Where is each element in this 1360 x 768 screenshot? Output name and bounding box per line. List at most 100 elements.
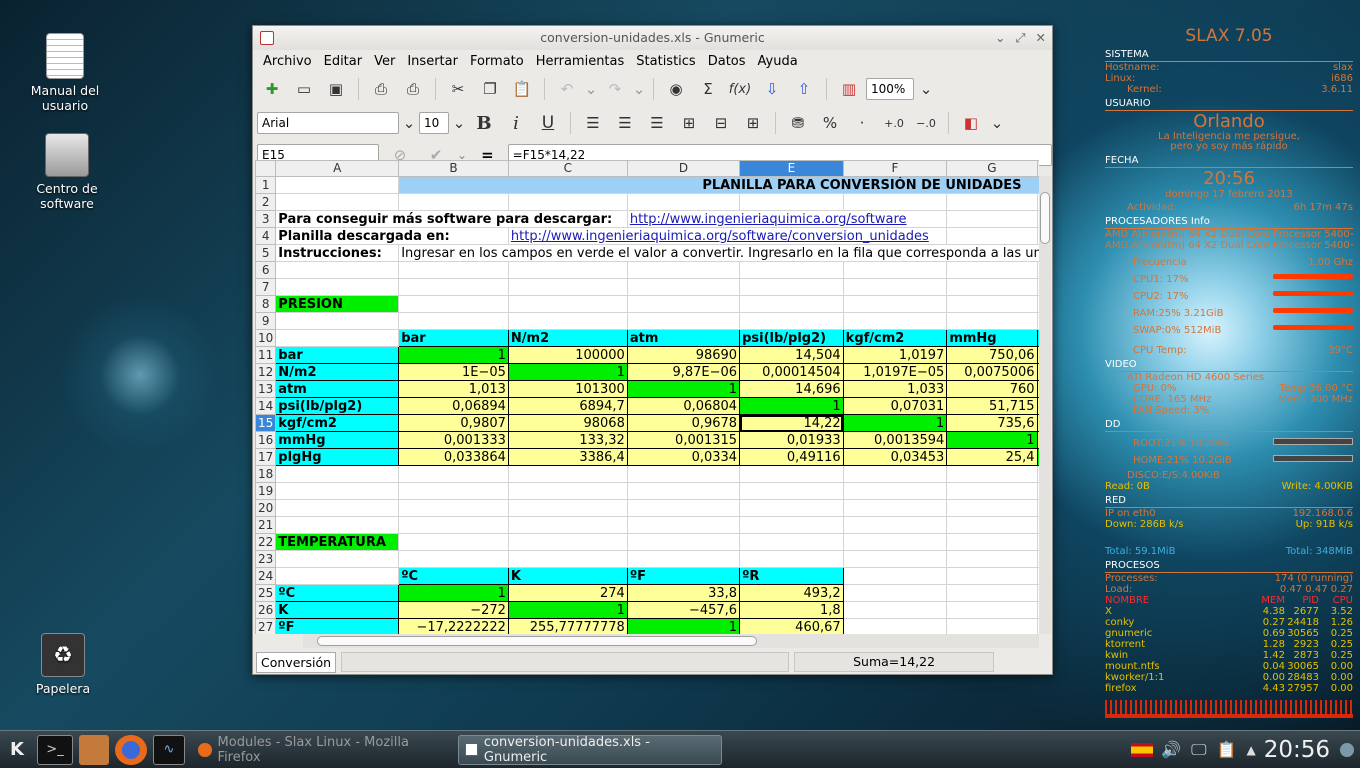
increase-decimals-icon[interactable]: +.0 [879, 109, 909, 137]
cell[interactable] [946, 482, 1038, 500]
row-header[interactable]: 25 [255, 584, 277, 602]
cell[interactable] [739, 499, 844, 517]
cell[interactable]: 100000 [507, 346, 628, 364]
system-monitor-icon[interactable]: ∿ [153, 734, 185, 765]
cell[interactable] [842, 312, 948, 330]
cell[interactable]: bar [275, 346, 400, 364]
cell[interactable] [739, 482, 844, 500]
cell[interactable] [507, 261, 628, 279]
cell[interactable] [739, 312, 844, 330]
cell[interactable]: 0,01933 [739, 431, 844, 449]
cell[interactable] [507, 465, 628, 483]
cell[interactable] [275, 329, 400, 347]
cell[interactable]: atm [275, 380, 400, 398]
cell[interactable]: 1 [842, 414, 948, 432]
cell[interactable]: http://www.ingenieriaquimica.org/softwar… [626, 210, 948, 228]
cell[interactable] [946, 567, 1038, 585]
cell[interactable] [946, 278, 1038, 296]
cell[interactable]: N/m2 [275, 363, 400, 381]
flag-es-icon[interactable] [1131, 742, 1154, 757]
row-header[interactable]: 16 [255, 431, 277, 449]
cell[interactable] [842, 465, 948, 483]
cell[interactable] [626, 312, 741, 330]
cell[interactable]: 1 [626, 380, 741, 398]
cell[interactable]: 14,504 [739, 346, 844, 364]
cell[interactable]: kgf/cm2 [275, 414, 400, 432]
cell[interactable] [507, 295, 628, 313]
column-header[interactable]: D [626, 160, 741, 177]
cell[interactable] [275, 193, 400, 211]
cell[interactable]: ºF [275, 618, 400, 634]
column-header[interactable]: C [507, 160, 628, 177]
cell[interactable]: psi(lb/plg2) [275, 397, 400, 415]
save-icon[interactable]: ▣ [321, 75, 351, 103]
vertical-scrollbar[interactable] [1039, 176, 1051, 634]
cell[interactable]: mmHg [275, 431, 400, 449]
cell[interactable] [842, 550, 948, 568]
cell[interactable]: 0,0075006 [946, 363, 1038, 381]
percent-icon[interactable]: % [815, 109, 845, 137]
cell[interactable] [842, 516, 948, 534]
cell[interactable] [626, 499, 741, 517]
new-file-icon[interactable]: ✚ [257, 75, 287, 103]
desktop-icon-manual[interactable]: Manual del usuario [10, 33, 120, 113]
cell[interactable] [842, 482, 948, 500]
row-header[interactable]: 15 [255, 414, 277, 432]
cell[interactable]: 98690 [626, 346, 741, 364]
cell[interactable] [842, 601, 948, 619]
bold-icon[interactable]: B [469, 109, 499, 137]
cell[interactable]: 1 [507, 601, 628, 619]
tray-expand-icon[interactable]: ▲ [1246, 743, 1255, 757]
cell[interactable]: psi(lb/plg2) [739, 329, 844, 347]
cell[interactable]: 1 [398, 584, 509, 602]
cell[interactable] [398, 278, 509, 296]
cell[interactable] [507, 193, 628, 211]
cell[interactable]: kgf/cm2 [842, 329, 948, 347]
cell[interactable]: 14,696 [739, 380, 844, 398]
column-header[interactable]: A [275, 160, 400, 177]
cell[interactable]: 750,06 [946, 346, 1038, 364]
column-header[interactable]: F [842, 160, 948, 177]
cell[interactable] [946, 533, 1038, 551]
kde-menu-icon[interactable]: K [0, 735, 34, 765]
merge-horizontal-icon[interactable]: ⊟ [706, 109, 736, 137]
cell[interactable]: 0,07031 [842, 397, 948, 415]
cell[interactable]: 0,00014504 [739, 363, 844, 381]
cell[interactable]: 1 [507, 363, 628, 381]
cell[interactable] [626, 533, 741, 551]
cell[interactable] [398, 261, 509, 279]
cell[interactable]: 101300 [507, 380, 628, 398]
underline-icon[interactable]: U [533, 109, 563, 137]
cell[interactable]: 1,013 [398, 380, 509, 398]
cell[interactable] [842, 567, 948, 585]
row-header[interactable]: 6 [255, 261, 277, 279]
column-header[interactable]: G [946, 160, 1038, 177]
cell[interactable]: 1 [739, 397, 844, 415]
sum-icon[interactable]: Σ [693, 75, 723, 103]
decrease-decimals-icon[interactable]: −.0 [911, 109, 941, 137]
row-header[interactable]: 20 [255, 499, 277, 517]
sort-descending-icon[interactable]: ⇧ [789, 75, 819, 103]
desktop-icon-trash[interactable]: ♻ Papelera [8, 633, 118, 696]
row-header[interactable]: 19 [255, 482, 277, 500]
redo-dropdown-icon[interactable]: ⌄ [632, 75, 646, 103]
horizontal-scrollbar[interactable] [303, 634, 1039, 648]
cell[interactable] [507, 550, 628, 568]
cell[interactable]: 1,8 [739, 601, 844, 619]
cell[interactable]: 493,2 [739, 584, 844, 602]
menu-ver[interactable]: Ver [368, 54, 401, 69]
row-header[interactable]: 11 [255, 346, 277, 364]
cell[interactable] [946, 295, 1038, 313]
cell[interactable] [275, 176, 400, 194]
row-header[interactable]: 18 [255, 465, 277, 483]
menu-formato[interactable]: Formato [464, 54, 530, 69]
task-firefox[interactable]: Modules - Slax Linux - Mozilla Firefox [192, 735, 454, 765]
row-header[interactable]: 10 [255, 329, 277, 347]
copy-icon[interactable]: ❐ [475, 75, 505, 103]
cell[interactable] [626, 278, 741, 296]
cell[interactable] [626, 193, 741, 211]
cell[interactable]: 1 [398, 346, 509, 364]
desktop-icon-software-center[interactable]: Centro de software [12, 133, 122, 211]
cell[interactable] [398, 499, 509, 517]
cell[interactable] [739, 261, 844, 279]
